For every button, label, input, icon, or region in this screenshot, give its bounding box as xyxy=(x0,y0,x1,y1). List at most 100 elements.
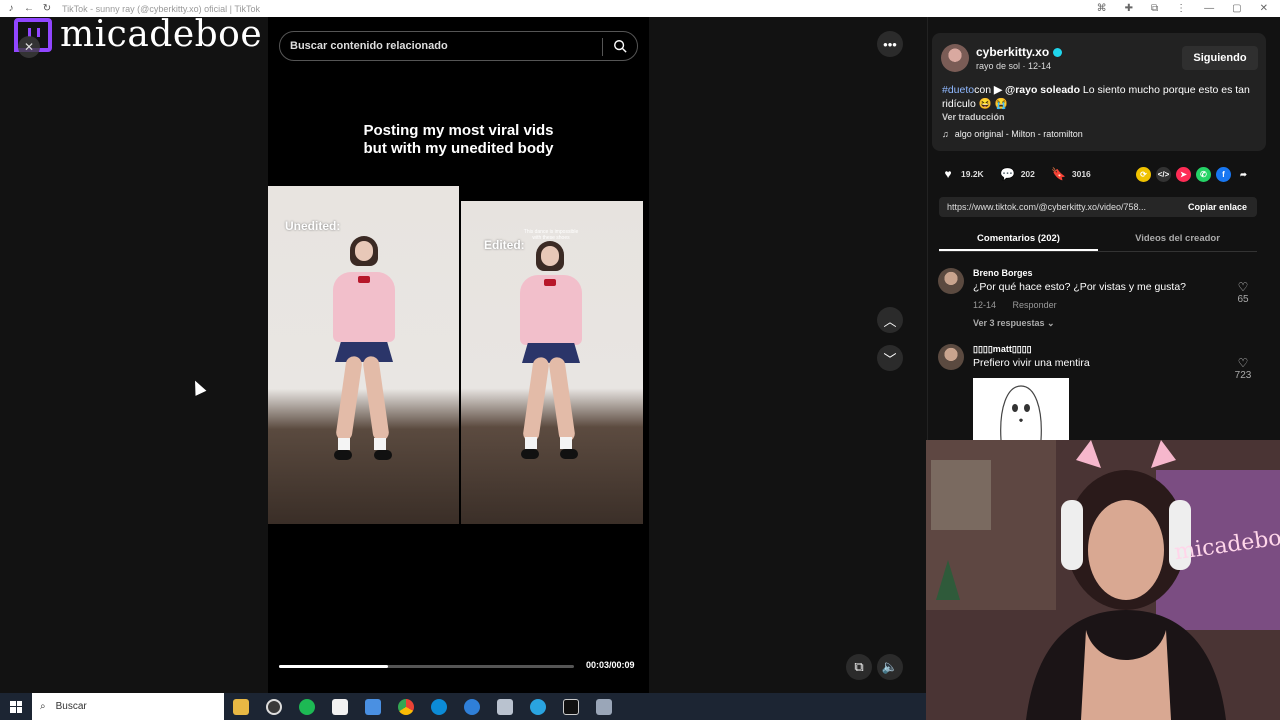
comment-like-button[interactable]: ♡ 723 xyxy=(1232,356,1254,381)
telegram-icon[interactable] xyxy=(521,693,554,720)
search-placeholder: Buscar contenido relacionado xyxy=(290,40,448,52)
close-video-button[interactable]: ✕ xyxy=(18,36,40,58)
previous-video-button[interactable]: ︿ xyxy=(877,307,903,333)
tab-creator-videos[interactable]: Videos del creador xyxy=(1098,230,1257,251)
volume-button[interactable]: 🔈 xyxy=(877,654,903,680)
streamer-name: micadeboe xyxy=(60,14,263,55)
comment-like-button[interactable]: ♡ 65 xyxy=(1232,280,1254,305)
repost-icon[interactable]: ⟳ xyxy=(1136,167,1151,182)
video-progress-fill xyxy=(279,665,389,668)
extensions-icon[interactable]: ✚ xyxy=(1125,3,1133,14)
view-replies-button[interactable]: Ver 3 respuestas ⌄ xyxy=(973,318,1055,329)
chrome-icon[interactable] xyxy=(389,693,422,720)
streamlabs-icon[interactable] xyxy=(356,693,389,720)
tiktok-icon[interactable] xyxy=(554,693,587,720)
creator-handle[interactable]: cyberkitty.xo xyxy=(976,45,1063,59)
copy-link-button[interactable]: Copiar enlace xyxy=(1188,202,1247,212)
facebook-icon[interactable]: f xyxy=(1216,167,1231,182)
file-explorer-icon[interactable] xyxy=(224,693,257,720)
stream-logo: micadeboe xyxy=(14,14,262,55)
commenter-avatar[interactable] xyxy=(938,268,964,294)
comment-like-count: 65 xyxy=(1237,294,1249,305)
pip-button[interactable]: ⧉ xyxy=(846,654,872,680)
more-icon: ••• xyxy=(883,36,897,52)
taskbar-search[interactable]: ⌕ Buscar xyxy=(32,693,224,720)
bookmark-icon: 🔖 xyxy=(1051,167,1067,181)
windows-icon xyxy=(10,700,22,713)
app-icon[interactable] xyxy=(488,693,521,720)
creator-avatar[interactable] xyxy=(941,44,969,72)
action-bar: ♥ 19.2K 💬 202 🔖 3016 xyxy=(940,166,1107,182)
window-controls: ⌘ ✚ ⧉ ⋮ — ▢ ✕ xyxy=(1097,0,1280,17)
ghost-sticker-icon xyxy=(1000,385,1042,440)
next-video-button[interactable]: ﹀ xyxy=(877,345,903,371)
translate-icon[interactable]: ⌘ xyxy=(1097,3,1107,14)
save-button[interactable]: 🔖 3016 xyxy=(1051,166,1090,182)
heart-icon: ♥ xyxy=(944,167,952,181)
maximize-icon[interactable]: ▢ xyxy=(1232,3,1241,14)
start-button[interactable] xyxy=(0,693,32,720)
music-link[interactable]: ♫ algo original - Milton - ratomilton xyxy=(942,129,1083,139)
more-options-button[interactable]: ••• xyxy=(877,31,903,57)
comment-like-count: 723 xyxy=(1234,370,1252,381)
more-menu-icon[interactable]: ⋮ xyxy=(1176,3,1186,14)
edge-icon[interactable] xyxy=(422,693,455,720)
comment-meta: 12-14 Responder xyxy=(973,300,1071,310)
like-button[interactable]: ♥ 19.2K xyxy=(940,166,984,182)
screenshot-icon[interactable]: ⧉ xyxy=(1151,3,1158,14)
windows-taskbar: ⌕ Buscar xyxy=(0,693,926,720)
window-title: TikTok - sunny ray (@cyberkitty.xo) ofic… xyxy=(62,3,261,14)
close-icon[interactable]: ✕ xyxy=(1260,3,1268,14)
mention-link[interactable]: ▶ @rayo soleado xyxy=(994,84,1080,96)
translate-link[interactable]: Ver traducción xyxy=(942,112,1005,122)
creator-subtitle: rayo de sol · 12-14 xyxy=(976,61,1052,71)
video-clip-edited: Edited: This dance is impossible with th… xyxy=(461,201,643,524)
send-icon[interactable]: ➤ xyxy=(1176,167,1191,182)
share-arrow-icon[interactable]: ➦ xyxy=(1236,167,1251,182)
music-title: algo original - Milton - ratomilton xyxy=(954,129,1083,139)
clip-label-edited: Edited: xyxy=(484,238,525,252)
comment-date: 12-14 xyxy=(973,300,997,310)
search-divider xyxy=(602,38,603,56)
comment-button[interactable]: 💬 202 xyxy=(1000,166,1035,182)
like-count: 19.2K xyxy=(961,169,984,179)
video-time: 00:03/00:09 xyxy=(586,660,635,670)
minimize-icon[interactable]: — xyxy=(1204,3,1214,14)
webcam-overlay: micadeboe xyxy=(926,440,1280,720)
comment-sticker-image[interactable] xyxy=(973,378,1069,440)
verified-icon xyxy=(1053,48,1063,58)
cortana-icon[interactable] xyxy=(455,693,488,720)
reply-button[interactable]: Responder xyxy=(1013,300,1057,310)
commenter-avatar[interactable] xyxy=(938,344,964,370)
search-icon: ⌕ xyxy=(40,701,46,712)
video-progress-bar[interactable] xyxy=(279,665,574,668)
capcut-icon[interactable] xyxy=(323,693,356,720)
comment-text: ¿Por qué hace esto? ¿Por vistas y me gus… xyxy=(973,281,1187,293)
video-caption: Posting my most viral vids but with my u… xyxy=(363,122,554,157)
comment-icon: 💬 xyxy=(1000,167,1016,181)
pip-icon: ⧉ xyxy=(854,659,864,674)
share-options: ⟳ </> ➤ ✆ f ➦ xyxy=(1136,167,1251,182)
video-link-field[interactable]: https://www.tiktok.com/@cyberkitty.xo/vi… xyxy=(939,197,1257,217)
hashtag-link[interactable]: #dueto xyxy=(942,84,974,96)
search-input[interactable]: Buscar contenido relacionado xyxy=(279,31,638,61)
obs-icon[interactable] xyxy=(257,693,290,720)
embed-icon[interactable]: </> xyxy=(1156,167,1171,182)
chevron-down-icon: ﹀ xyxy=(883,351,897,367)
taskbar-search-label: Buscar xyxy=(55,701,87,712)
streamer-webcam-image xyxy=(926,440,1280,720)
app-icon[interactable] xyxy=(587,693,620,720)
tab-comments[interactable]: Comentarios (202) xyxy=(939,230,1098,251)
following-button[interactable]: Siguiendo xyxy=(1182,46,1258,70)
comment-text: Prefiero vivir una mentira xyxy=(973,357,1090,369)
spotify-icon[interactable] xyxy=(290,693,323,720)
search-icon[interactable] xyxy=(613,39,627,53)
commenter-name[interactable]: Breno Borges xyxy=(973,268,1033,278)
creator-handle-text: cyberkitty.xo xyxy=(976,45,1050,59)
close-icon: ✕ xyxy=(23,40,35,54)
music-note-icon: ♫ xyxy=(942,129,949,139)
whatsapp-icon[interactable]: ✆ xyxy=(1196,167,1211,182)
panel-tabs: Comentarios (202) Videos del creador xyxy=(939,230,1257,252)
commenter-name[interactable]: ▯▯▯▯matt▯▯▯▯ xyxy=(973,344,1032,355)
clip-overlay-text: This dance is impossible with these shoe… xyxy=(523,229,579,241)
